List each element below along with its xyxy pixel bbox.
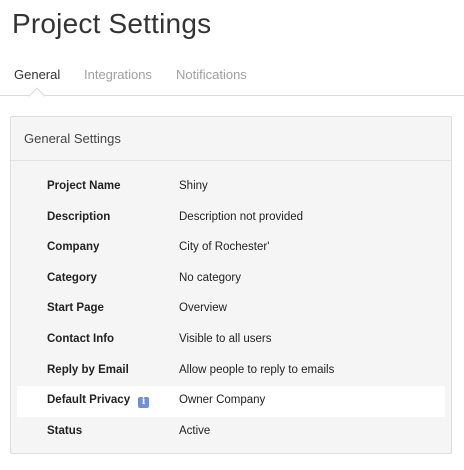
settings-list: Project Name Shiny Description Descripti… — [17, 172, 445, 447]
general-settings-panel: General Settings Project Name Shiny Desc… — [10, 116, 452, 454]
tab-integrations[interactable]: Integrations — [84, 67, 152, 82]
tab-general[interactable]: General — [14, 67, 60, 82]
setting-value: Visible to all users — [179, 332, 272, 345]
setting-label: Category — [47, 271, 97, 284]
setting-label: Status — [47, 424, 83, 437]
setting-value: Owner Company — [179, 394, 266, 407]
setting-row-description: Description Description not provided — [17, 203, 445, 234]
setting-value: Allow people to reply to emails — [179, 363, 335, 376]
setting-value: Active — [179, 424, 211, 437]
setting-label: Default Privacy i — [47, 394, 150, 409]
setting-label: Company — [47, 241, 100, 254]
setting-value: City of Rochester' — [179, 241, 270, 254]
setting-value: No category — [179, 271, 242, 284]
setting-row-status: Status Active — [17, 417, 445, 448]
panel-title: General Settings — [11, 117, 451, 161]
setting-value: Overview — [179, 302, 227, 315]
active-tab-pointer — [28, 87, 46, 105]
setting-value: Shiny — [179, 180, 208, 192]
setting-label: Start Page — [47, 302, 104, 315]
setting-row-project-name: Project Name Shiny — [17, 172, 445, 203]
setting-row-start-page: Start Page Overview — [17, 294, 445, 325]
setting-row-reply-by-email: Reply by Email Allow people to reply to … — [17, 356, 445, 387]
setting-value: Description not provided — [179, 210, 304, 223]
setting-label-text: Default Privacy — [47, 394, 131, 407]
setting-label: Contact Info — [47, 332, 115, 345]
tab-bar: General Integrations Notifications — [0, 64, 464, 105]
setting-label: Project Name — [47, 180, 121, 192]
setting-label: Reply by Email — [47, 363, 129, 376]
setting-row-contact-info: Contact Info Visible to all users — [17, 325, 445, 356]
setting-row-company: Company City of Rochester' — [17, 233, 445, 264]
tab-notifications[interactable]: Notifications — [176, 67, 247, 82]
info-icon[interactable]: i — [138, 397, 150, 409]
setting-row-category: Category No category — [17, 264, 445, 295]
setting-label: Description — [47, 210, 111, 223]
setting-row-default-privacy[interactable]: Default Privacy i Owner Company — [17, 386, 445, 417]
page-title: Project Settings — [12, 8, 212, 39]
